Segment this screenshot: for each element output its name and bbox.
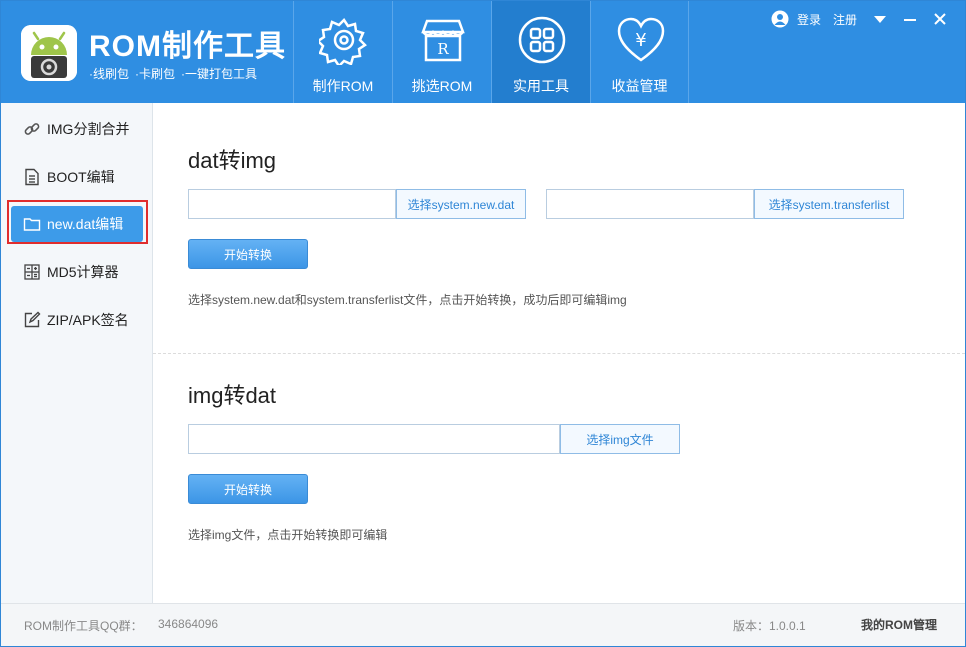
app-window: ROM制作工具 ·线刷包 ·卡刷包 ·一键打包工具 制作ROM R 挑选ROM … [0, 0, 966, 647]
subtitle-item: ·一键打包工具 [181, 67, 257, 81]
nav-label: 实用工具 [513, 78, 569, 94]
qq-group-label: ROM制作工具QQ群： [24, 619, 143, 633]
nav-tools[interactable]: 实用工具 [491, 1, 590, 103]
start-dat-to-img-button[interactable]: 开始转换 [188, 239, 308, 269]
svg-text:¥: ¥ [635, 30, 646, 51]
calculator-icon [24, 264, 40, 280]
start-img-to-dat-button[interactable]: 开始转换 [188, 474, 308, 504]
subtitle-item: ·线刷包 [89, 67, 129, 81]
dropdown-triangle-icon[interactable] [873, 12, 887, 26]
sidebar-item-label: IMG分割合并 [47, 121, 130, 137]
main-panel: dat转img 选择system.new.dat 选择system.transf… [153, 103, 965, 603]
user-icon [771, 10, 789, 28]
system-new-dat-path-input[interactable] [188, 189, 396, 219]
qq-group-number: 346864096 [158, 617, 219, 631]
subtitle-item: ·卡刷包 [135, 67, 175, 81]
sidebar-item-md5[interactable]: MD5计算器 [11, 254, 143, 290]
login-link[interactable]: 登录 [797, 11, 821, 28]
choose-transferlist-button[interactable]: 选择system.transferlist [754, 189, 904, 219]
nav-label: 挑选ROM [411, 78, 473, 94]
transferlist-path-input[interactable] [546, 189, 754, 219]
header-bar: ROM制作工具 ·线刷包 ·卡刷包 ·一键打包工具 制作ROM R 挑选ROM … [1, 1, 965, 103]
document-icon [25, 168, 39, 186]
status-bar: ROM制作工具QQ群： 346864096 版本：1.0.0.1 我的ROM管理 [1, 603, 965, 646]
close-icon[interactable] [933, 12, 947, 26]
nav-pick-rom[interactable]: R 挑选ROM [392, 1, 491, 103]
register-link[interactable]: 注册 [833, 11, 857, 28]
nav-make-rom[interactable]: 制作ROM [293, 1, 392, 103]
img-path-input[interactable] [188, 424, 560, 454]
sidebar-item-img-split[interactable]: IMG分割合并 [11, 111, 143, 147]
android-logo-icon [21, 25, 77, 81]
top-nav: 制作ROM R 挑选ROM 实用工具 ¥ 收益管理 [293, 1, 689, 103]
img-to-dat-title: img转dat [188, 383, 277, 408]
sidebar-item-zip-apk-sign[interactable]: ZIP/APK签名 [11, 302, 143, 338]
choose-system-new-dat-button[interactable]: 选择system.new.dat [396, 189, 526, 219]
dat-to-img-title: dat转img [188, 148, 277, 173]
edit-icon [24, 311, 41, 328]
selection-highlight-outline [7, 200, 148, 244]
dat-to-img-hint: 选择system.new.dat和system.transferlist文件，点… [188, 293, 627, 307]
link-icon [24, 123, 40, 135]
app-title: ROM制作工具 [89, 30, 286, 63]
img-to-dat-hint: 选择img文件，点击开始转换即可编辑 [188, 528, 388, 542]
nav-label: 收益管理 [611, 78, 668, 94]
nav-revenue[interactable]: ¥ 收益管理 [590, 1, 689, 103]
minimize-icon[interactable] [903, 12, 917, 26]
nav-label: 制作ROM [312, 78, 374, 94]
account-area: 登录 注册 [771, 10, 947, 28]
sidebar-item-boot-edit[interactable]: BOOT编辑 [11, 159, 143, 195]
section-divider [153, 353, 965, 354]
svg-text:R: R [437, 40, 449, 58]
version-label: 版本：1.0.0.1 [733, 619, 806, 633]
sidebar-item-label: ZIP/APK签名 [47, 312, 129, 328]
rom-store-icon: R [421, 19, 465, 62]
sidebar: IMG分割合并 BOOT编辑 new.dat编辑 MD5计算器 ZIP/APK签… [1, 103, 153, 603]
heart-yuan-icon: ¥ [617, 17, 665, 62]
sidebar-item-label: BOOT编辑 [47, 169, 115, 185]
grid-tools-icon [518, 16, 566, 64]
app-subtitle: ·线刷包 ·卡刷包 ·一键打包工具 [89, 65, 257, 82]
gear-icon [319, 18, 367, 65]
brand-link[interactable]: 我的ROM管理 [861, 616, 937, 633]
choose-img-file-button[interactable]: 选择img文件 [560, 424, 680, 454]
sidebar-item-label: MD5计算器 [47, 264, 119, 280]
